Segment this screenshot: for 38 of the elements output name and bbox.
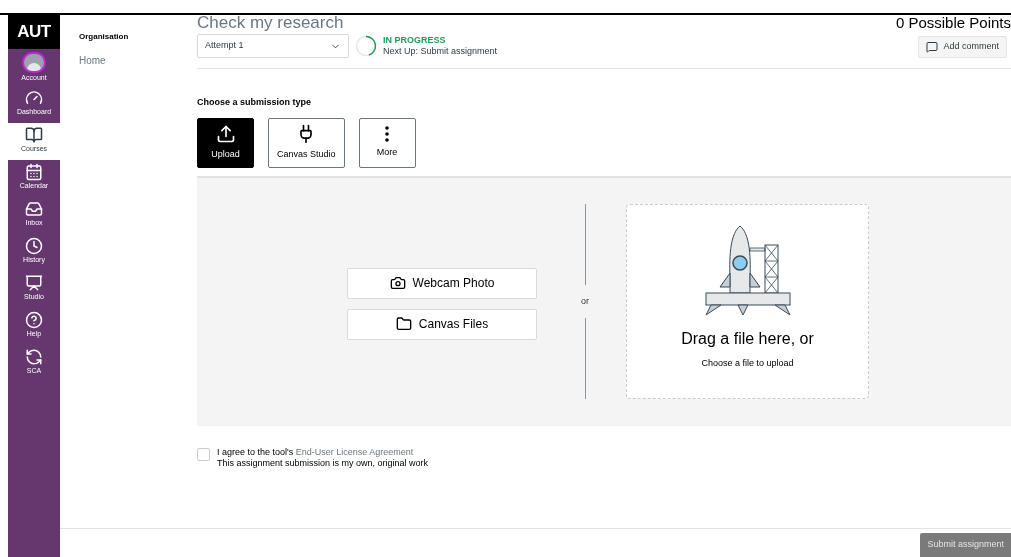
upload-option-button[interactable]: Webcam Photo [347, 267, 537, 299]
screen-icon [25, 274, 43, 292]
folder-icon [395, 316, 412, 332]
agreement-text: I agree to the tool's End-User License Agreement [217, 446, 415, 458]
assignment-title: Check my research [197, 14, 345, 31]
section-heading: Choose a submission type [197, 96, 313, 109]
comment-icon [926, 41, 939, 53]
book-icon [25, 126, 43, 144]
dropzone[interactable]: Drag a file here, or Choose a file to upload [626, 204, 869, 399]
next-up-text: Next Up: Submit assignment [383, 46, 498, 57]
course-nav-link[interactable]: Home [79, 53, 197, 68]
cycle-icon [25, 348, 43, 366]
submission-type-tile[interactable]: Canvas Studio [268, 117, 345, 168]
logo: AUT [8, 15, 60, 49]
calendar-icon [25, 163, 43, 181]
status-label: IN PROGRESS [383, 35, 447, 46]
dropzone-title: Drag a file here, or [681, 329, 814, 349]
upload-option-button[interactable]: Canvas Files [347, 308, 537, 340]
attempt-select[interactable]: Attempt 1 [197, 34, 349, 58]
agreement-note: This assignment submission is my own, original work [217, 457, 429, 469]
clock-icon [25, 237, 43, 255]
agreement-checkbox[interactable] [197, 447, 210, 461]
upload-icon [215, 123, 236, 144]
license-link[interactable]: End-User License Agreement [295, 446, 414, 457]
camera-icon [389, 275, 406, 291]
dropzone-hint: Choose a file to upload [701, 357, 794, 370]
submission-type-tile[interactable]: Upload [197, 117, 254, 168]
points-text: 0 Possible Points [895, 14, 1011, 31]
course-name: Organisation [79, 31, 130, 43]
more-icon [385, 125, 390, 142]
add-comment-button[interactable]: Add comment [918, 36, 1007, 58]
submission-type-tile[interactable]: More [358, 117, 416, 168]
gauge-icon [25, 89, 43, 107]
help-icon [25, 311, 43, 329]
inbox-icon [25, 200, 43, 218]
progress-ring-icon [355, 35, 377, 57]
avatar-icon [22, 52, 46, 73]
separator-text: or [581, 294, 589, 308]
